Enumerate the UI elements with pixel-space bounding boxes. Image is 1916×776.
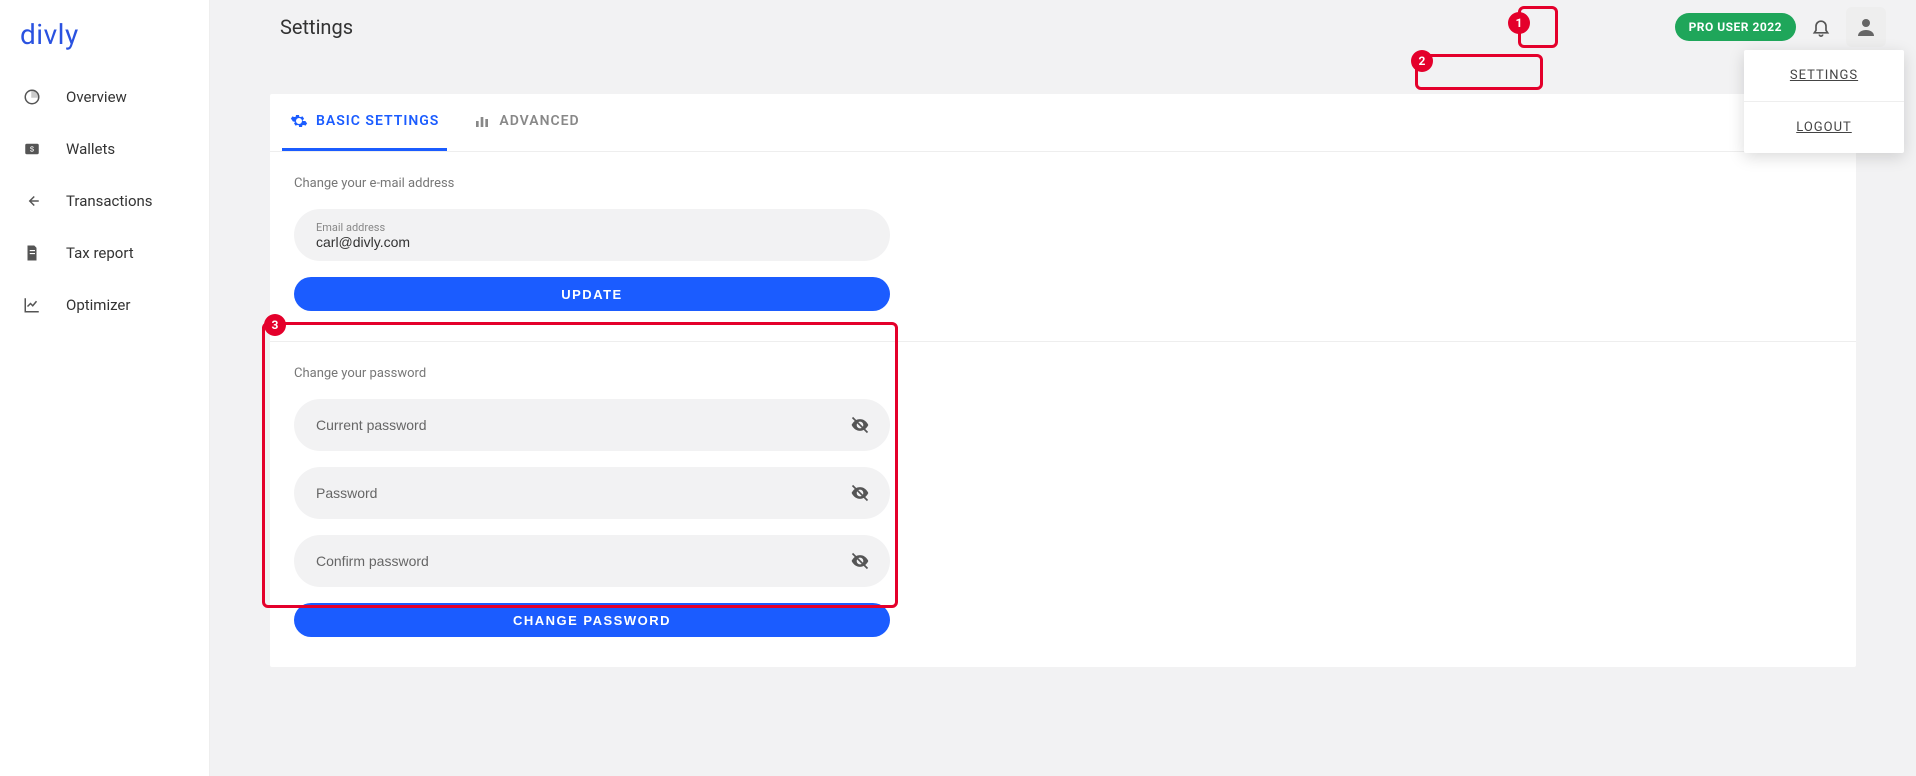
- sidebar-item-transactions[interactable]: Transactions: [0, 175, 209, 227]
- main: Settings PRO USER 2022 SETTINGS LOGOUT B…: [210, 0, 1916, 776]
- gear-icon: [290, 112, 308, 130]
- update-email-button[interactable]: UPDATE: [294, 277, 890, 311]
- notifications-button[interactable]: [1806, 12, 1836, 42]
- document-icon: [22, 243, 42, 263]
- pro-badge: PRO USER 2022: [1675, 13, 1796, 41]
- dropdown-settings[interactable]: SETTINGS: [1744, 50, 1904, 101]
- topbar: Settings PRO USER 2022: [210, 0, 1916, 54]
- dropdown-logout[interactable]: LOGOUT: [1744, 102, 1904, 153]
- sidebar-item-label: Tax report: [66, 244, 134, 262]
- settings-card: BASIC SETTINGS ADVANCED Change your e-ma…: [270, 94, 1856, 667]
- tab-basic-settings[interactable]: BASIC SETTINGS: [282, 94, 447, 151]
- email-section: Change your e-mail address Email address…: [270, 152, 1150, 341]
- sidebar-item-optimizer[interactable]: Optimizer: [0, 279, 209, 331]
- eye-off-icon: [850, 415, 870, 435]
- tab-label: BASIC SETTINGS: [316, 113, 439, 129]
- toggle-visibility-new[interactable]: [848, 481, 872, 505]
- overview-icon: [22, 87, 42, 107]
- email-field-label: Email address: [316, 221, 385, 234]
- user-icon: [1854, 15, 1878, 39]
- sidebar-item-label: Overview: [66, 88, 127, 106]
- confirm-password-input[interactable]: [316, 553, 868, 569]
- confirm-password-field[interactable]: [294, 535, 890, 587]
- new-password-field[interactable]: [294, 467, 890, 519]
- password-section-heading: Change your password: [294, 366, 1126, 381]
- user-menu-button[interactable]: [1846, 7, 1886, 47]
- email-input[interactable]: [316, 234, 868, 250]
- page-title: Settings: [240, 15, 353, 39]
- sidebar-item-label: Transactions: [66, 192, 153, 210]
- email-field-wrapper[interactable]: Email address: [294, 209, 890, 261]
- current-password-input[interactable]: [316, 417, 868, 433]
- brand-logo: divly: [0, 18, 209, 71]
- toggle-visibility-confirm[interactable]: [848, 549, 872, 573]
- tab-label: ADVANCED: [499, 113, 579, 129]
- bell-icon: [1811, 17, 1831, 37]
- sidebar-item-label: Wallets: [66, 140, 115, 158]
- back-arrow-icon: [22, 191, 42, 211]
- topbar-right: PRO USER 2022: [1675, 7, 1886, 47]
- sidebar-item-label: Optimizer: [66, 296, 130, 314]
- user-dropdown: SETTINGS LOGOUT: [1744, 50, 1904, 153]
- current-password-field[interactable]: [294, 399, 890, 451]
- toggle-visibility-current[interactable]: [848, 413, 872, 437]
- email-section-heading: Change your e-mail address: [294, 176, 1126, 191]
- bars-icon: [473, 112, 491, 130]
- sidebar-item-wallets[interactable]: $ Wallets: [0, 123, 209, 175]
- wallet-icon: $: [22, 139, 42, 159]
- tabs: BASIC SETTINGS ADVANCED: [270, 94, 1856, 152]
- eye-off-icon: [850, 483, 870, 503]
- sidebar: divly Overview $ Wallets Transactions Ta…: [0, 0, 210, 776]
- eye-off-icon: [850, 551, 870, 571]
- new-password-input[interactable]: [316, 485, 868, 501]
- chart-icon: [22, 295, 42, 315]
- sidebar-item-overview[interactable]: Overview: [0, 71, 209, 123]
- tab-advanced[interactable]: ADVANCED: [465, 94, 587, 151]
- password-section: Change your password: [270, 342, 1150, 667]
- change-password-button[interactable]: CHANGE PASSWORD: [294, 603, 890, 637]
- content: BASIC SETTINGS ADVANCED Change your e-ma…: [210, 54, 1916, 707]
- sidebar-item-tax-report[interactable]: Tax report: [0, 227, 209, 279]
